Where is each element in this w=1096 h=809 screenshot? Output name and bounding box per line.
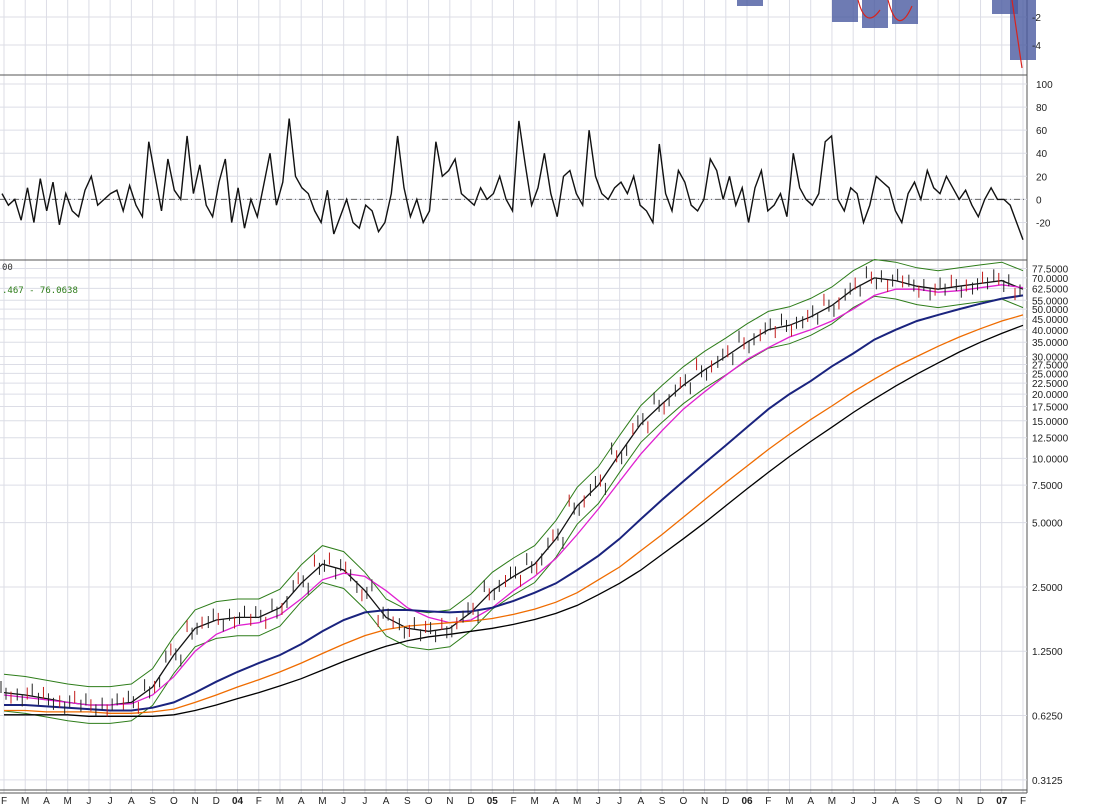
x-tick-label: F	[765, 796, 771, 807]
x-tick-label: A	[553, 796, 560, 807]
x-tick-label: J	[851, 796, 856, 807]
macd-histogram-bar	[862, 0, 888, 28]
momentum-tick-label: 40	[1036, 149, 1048, 160]
x-tick-label: M	[276, 796, 284, 807]
x-tick-label: A	[128, 796, 135, 807]
x-tick-label: J	[86, 796, 91, 807]
price-tick-label: 7.5000	[1032, 481, 1063, 492]
x-tick-label: D	[977, 796, 984, 807]
momentum-tick-label: 0	[1036, 195, 1042, 206]
momentum-tick-label: 100	[1036, 80, 1053, 91]
price-tick-label: 12.5000	[1032, 434, 1069, 445]
x-tick-label: M	[64, 796, 72, 807]
x-tick-label: A	[298, 796, 305, 807]
x-tick-label: M	[318, 796, 326, 807]
price-tick-label: 45.0000	[1032, 315, 1069, 326]
x-tick-label: A	[892, 796, 899, 807]
price-tick-label: 20.0000	[1032, 390, 1069, 401]
x-tick-label: S	[149, 796, 156, 807]
x-tick-label: A	[43, 796, 50, 807]
momentum-tick-label: 80	[1036, 103, 1048, 114]
x-tick-label: J	[872, 796, 877, 807]
x-tick-label: M	[573, 796, 581, 807]
macd-histogram-bar	[892, 0, 918, 24]
x-tick-label: M	[828, 796, 836, 807]
price-tick-label: 1.2500	[1032, 647, 1063, 658]
x-tick-label: J	[341, 796, 346, 807]
x-tick-label: N	[446, 796, 453, 807]
price-tick-label: 5.0000	[1032, 519, 1063, 530]
x-tick-label: N	[956, 796, 963, 807]
stock-chart: -2-4100806040200-2077.500070.000062.5000…	[0, 0, 1096, 809]
macd-histogram-bar	[832, 0, 858, 22]
macd-tick-label: -4	[1032, 41, 1041, 52]
x-tick-label: F	[256, 796, 262, 807]
price-tick-label: 2.5000	[1032, 583, 1063, 594]
price-tick-label: 17.5000	[1032, 402, 1069, 413]
x-tick-label: N	[701, 796, 708, 807]
x-tick-label: O	[425, 796, 433, 807]
momentum-tick-label: -20	[1036, 218, 1051, 229]
momentum-tick-label: 20	[1036, 172, 1048, 183]
x-tick-label: O	[934, 796, 942, 807]
macd-histogram-bar	[737, 0, 763, 6]
x-tick-label: 07	[996, 796, 1008, 807]
price-tick-label: 10.0000	[1032, 454, 1069, 465]
x-tick-label: S	[914, 796, 921, 807]
x-tick-label: J	[617, 796, 622, 807]
price-tick-label: 0.3125	[1032, 776, 1063, 787]
x-tick-label: J	[108, 796, 113, 807]
x-tick-label: M	[531, 796, 539, 807]
price-tick-label: 15.0000	[1032, 417, 1069, 428]
price-tick-label: 62.5000	[1032, 284, 1069, 295]
price-tick-label: 22.5000	[1032, 379, 1069, 390]
price-tick-label: 35.0000	[1032, 338, 1069, 349]
x-tick-label: 06	[741, 796, 753, 807]
x-tick-label: F	[1020, 796, 1026, 807]
x-tick-label: S	[659, 796, 666, 807]
momentum-tick-label: 60	[1036, 126, 1048, 137]
x-tick-label: J	[362, 796, 367, 807]
legend-left-label: 00	[2, 263, 13, 273]
x-tick-label: D	[213, 796, 220, 807]
x-axis: F M A M J J A S O N D 04 F M A M J J A S O N D 05 F M A M J J A S O N D 06 F…	[0, 792, 1027, 807]
macd-tick-label: -2	[1032, 13, 1041, 24]
x-tick-label: D	[722, 796, 729, 807]
x-tick-label: 05	[487, 796, 499, 807]
x-tick-label: S	[404, 796, 411, 807]
x-tick-label: A	[638, 796, 645, 807]
x-tick-label: F	[510, 796, 516, 807]
x-tick-label: O	[170, 796, 178, 807]
price-tick-label: 70.0000	[1032, 274, 1069, 285]
x-tick-label: A	[807, 796, 814, 807]
x-tick-label: D	[467, 796, 474, 807]
legend-values: .467 - 76.0638	[2, 286, 78, 296]
x-tick-label: M	[21, 796, 29, 807]
x-tick-label: F	[1, 796, 7, 807]
x-tick-label: J	[596, 796, 601, 807]
price-tick-label: 40.0000	[1032, 326, 1069, 337]
x-tick-label: O	[679, 796, 687, 807]
x-tick-label: M	[785, 796, 793, 807]
x-tick-label: 04	[232, 796, 244, 807]
x-tick-label: N	[191, 796, 198, 807]
price-tick-label: 0.6250	[1032, 712, 1063, 723]
x-tick-label: A	[383, 796, 390, 807]
